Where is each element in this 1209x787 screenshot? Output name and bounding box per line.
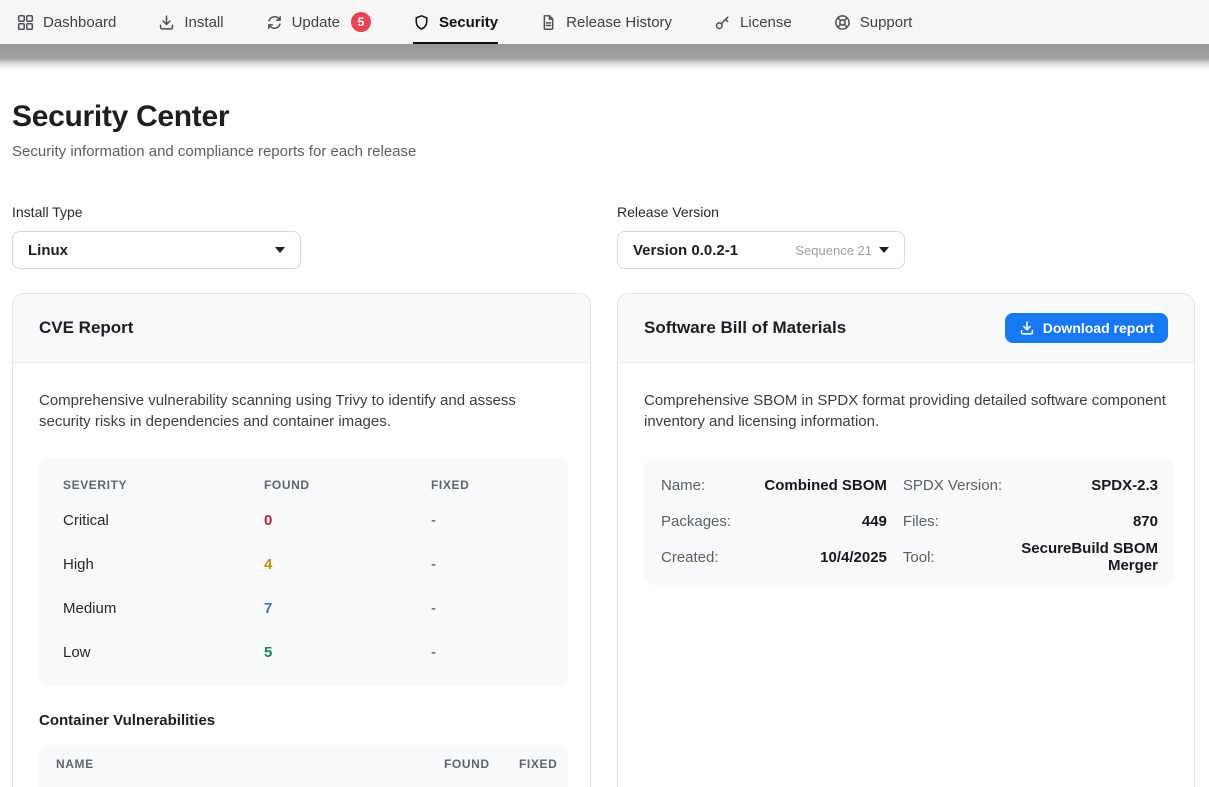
nav-label: Update (292, 14, 340, 31)
nav-label: Dashboard (43, 14, 116, 31)
sbom-detail-label: Name: (661, 467, 731, 503)
page-title: Security Center (12, 100, 1195, 134)
severity-found-value: 5 (264, 630, 431, 674)
sbom-detail-value: SPDX-2.3 (1018, 467, 1158, 503)
nav-item-license[interactable]: License (714, 0, 792, 44)
severity-name: Low (63, 630, 264, 674)
sbom-title: Software Bill of Materials (644, 318, 846, 338)
severity-name: Medium (63, 586, 264, 630)
nav-item-release-history[interactable]: Release History (540, 0, 672, 44)
sbom-detail-label: Files: (903, 503, 1002, 539)
container-vulnerabilities-title: Container Vulnerabilities (39, 712, 566, 729)
download-report-label: Download report (1043, 320, 1154, 336)
chevron-down-icon (879, 247, 889, 253)
page-subtitle: Security information and compliance repo… (12, 143, 1195, 160)
download-icon (1019, 320, 1035, 336)
found-col-header: FOUND (444, 745, 519, 783)
key-icon (714, 14, 731, 31)
severity-col-header: SEVERITY (63, 470, 264, 498)
sbom-detail-value: 870 (1018, 503, 1158, 539)
fixed-col-header: FIXED (519, 745, 560, 783)
document-icon (540, 14, 557, 31)
severity-fixed-value: - (431, 630, 548, 674)
release-version-label: Release Version (617, 204, 1195, 220)
cve-report-description: Comprehensive vulnerability scanning usi… (39, 390, 566, 432)
nav-label: Security (439, 14, 498, 31)
sbom-detail-label: Created: (661, 539, 731, 575)
severity-name: Critical (63, 498, 264, 542)
nav-item-support[interactable]: Support (834, 0, 913, 44)
fixed-col-header: FIXED (431, 470, 548, 498)
sbom-detail-label: SPDX Version: (903, 467, 1002, 503)
dashboard-icon (17, 14, 34, 31)
top-nav: Dashboard Install Update 5 Security (0, 0, 1209, 44)
severity-fixed-value: - (431, 586, 548, 630)
nav-label: Support (860, 14, 913, 31)
severity-found-value: 7 (264, 586, 431, 630)
release-version-value: Version 0.0.2-1 (633, 242, 738, 259)
life-buoy-icon (834, 14, 851, 31)
install-type-label: Install Type (12, 204, 591, 220)
nav-label: Install (184, 14, 223, 31)
sbom-detail-value: 10/4/2025 (747, 539, 887, 575)
severity-fixed-value: - (431, 498, 548, 542)
release-sequence-label: Sequence 21 (795, 243, 872, 258)
sbom-description: Comprehensive SBOM in SPDX format provid… (644, 390, 1170, 432)
install-type-value: Linux (28, 242, 68, 259)
refresh-icon (266, 14, 283, 31)
found-col-header: FOUND (264, 470, 431, 498)
sbom-detail-value: SecureBuild SBOM Merger (1018, 539, 1158, 575)
nav-shadow-band (0, 44, 1209, 70)
cve-report-card: CVE Report Comprehensive vulnerability s… (12, 293, 591, 787)
shield-icon (413, 14, 430, 31)
sbom-detail-value: Combined SBOM (747, 467, 887, 503)
severity-name: High (63, 542, 264, 586)
download-report-button[interactable]: Download report (1005, 313, 1168, 343)
nav-label: Release History (566, 14, 672, 31)
chevron-down-icon (275, 247, 285, 253)
nav-label: License (740, 14, 792, 31)
sbom-detail-value: 449 (747, 503, 887, 539)
nav-item-update[interactable]: Update 5 (266, 0, 371, 44)
sbom-detail-label: Packages: (661, 503, 731, 539)
severity-found-value: 0 (264, 498, 431, 542)
container-vulnerabilities-table-header: NAME FOUND FIXED (39, 745, 568, 787)
nav-item-install[interactable]: Install (158, 0, 223, 44)
sbom-card: Software Bill of Materials Download repo… (617, 293, 1195, 787)
severity-fixed-value: - (431, 542, 548, 586)
release-version-select[interactable]: Version 0.0.2-1 Sequence 21 (617, 231, 905, 269)
install-type-select[interactable]: Linux (12, 231, 301, 269)
severity-table: SEVERITY FOUND FIXED Critical 0 - High 4… (39, 458, 568, 686)
name-col-header: NAME (56, 745, 444, 783)
download-icon (158, 14, 175, 31)
update-count-badge: 5 (351, 12, 371, 32)
nav-item-dashboard[interactable]: Dashboard (17, 0, 116, 44)
sbom-detail-label: Tool: (903, 539, 1002, 575)
filters-row: Install Type Linux Release Version Versi… (12, 204, 1197, 269)
nav-item-security[interactable]: Security (413, 0, 498, 44)
sbom-details: Name: Combined SBOM SPDX Version: SPDX-2… (644, 459, 1174, 585)
severity-found-value: 4 (264, 542, 431, 586)
cve-report-title: CVE Report (39, 318, 133, 338)
